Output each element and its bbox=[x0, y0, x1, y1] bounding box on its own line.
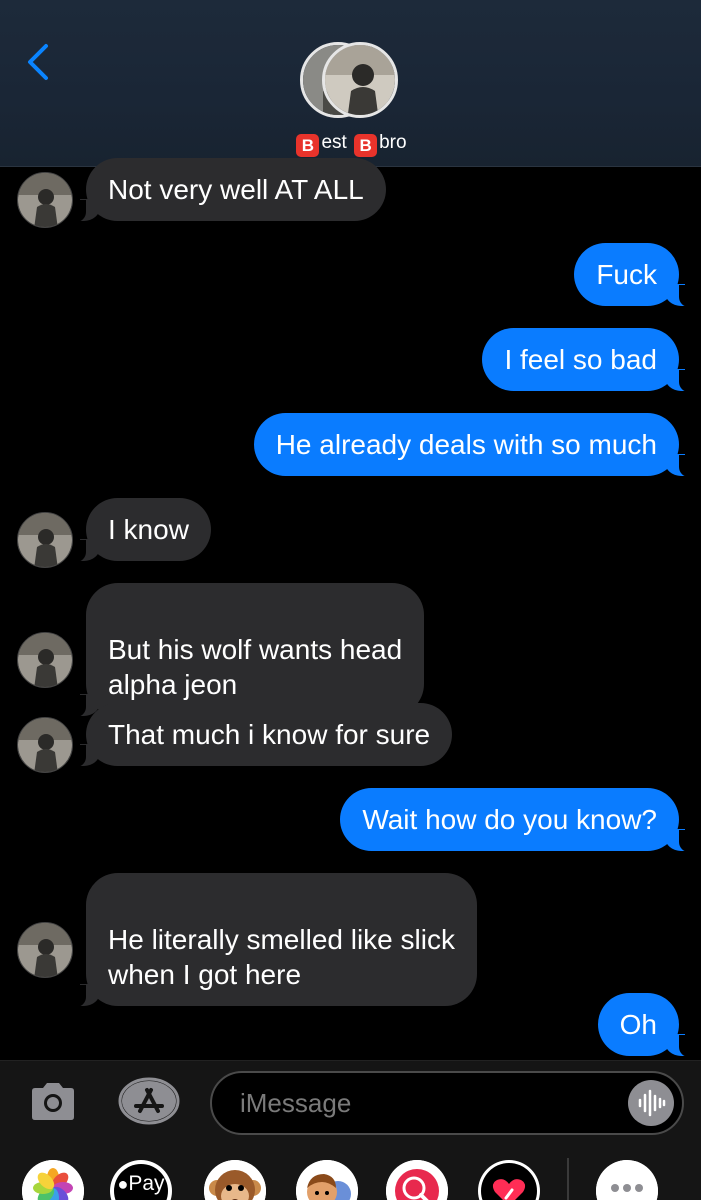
sender-avatar[interactable] bbox=[17, 922, 73, 978]
contact-name[interactable]: Best Bbro bbox=[0, 132, 701, 157]
message-text: Wait how do you know? bbox=[362, 804, 657, 835]
message-text: I know bbox=[108, 514, 189, 545]
message-input[interactable]: iMessage bbox=[210, 1071, 684, 1135]
message-text: I feel so bad bbox=[504, 344, 657, 375]
message-text: That much i know for sure bbox=[108, 719, 431, 750]
conversation-header: Best Bbro bbox=[0, 0, 701, 167]
contact-avatar[interactable] bbox=[300, 40, 400, 120]
apple-logo-icon: ● bbox=[117, 1174, 129, 1194]
animoji-app-button[interactable] bbox=[204, 1160, 266, 1200]
outgoing-message[interactable]: He already deals with so much bbox=[253, 413, 692, 477]
message-text: Oh bbox=[619, 1009, 657, 1040]
image-search-app-button[interactable] bbox=[386, 1160, 448, 1200]
sender-avatar[interactable] bbox=[17, 632, 73, 688]
waveform-icon bbox=[638, 1089, 666, 1117]
sender-avatar[interactable] bbox=[17, 512, 73, 568]
memoji-icon bbox=[296, 1160, 358, 1200]
imessage-app-strip: ●Pay bbox=[0, 1144, 701, 1200]
message-input-placeholder: iMessage bbox=[240, 1088, 352, 1118]
outgoing-message[interactable]: Fuck bbox=[574, 243, 691, 307]
back-button[interactable] bbox=[20, 40, 60, 84]
incoming-message[interactable]: Not very well AT ALL bbox=[74, 158, 386, 222]
app-store-button[interactable] bbox=[118, 1075, 180, 1127]
camera-button[interactable] bbox=[28, 1079, 78, 1123]
b-button-emoji: B bbox=[296, 134, 320, 157]
apple-pay-app-button[interactable]: ●Pay bbox=[110, 1160, 172, 1200]
more-icon bbox=[596, 1160, 658, 1200]
sender-avatar[interactable] bbox=[17, 717, 73, 773]
outgoing-message[interactable]: I feel so bad bbox=[482, 328, 691, 392]
message-text: Fuck bbox=[596, 259, 657, 290]
avatar bbox=[322, 42, 398, 118]
outgoing-message[interactable]: Wait how do you know? bbox=[340, 788, 691, 852]
message-text: He already deals with so much bbox=[275, 429, 657, 460]
photos-app-button[interactable] bbox=[22, 1160, 84, 1200]
digital-touch-app-button[interactable] bbox=[478, 1160, 540, 1200]
globe-search-icon bbox=[386, 1160, 448, 1200]
contact-name-part1: est bbox=[321, 132, 347, 153]
message-text: He literally smelled like slick when I g… bbox=[108, 924, 455, 990]
compose-bar: iMessage bbox=[0, 1060, 701, 1144]
photos-icon bbox=[22, 1160, 84, 1200]
memoji-app-button[interactable] bbox=[296, 1160, 358, 1200]
camera-icon bbox=[32, 1083, 74, 1120]
b-button-emoji: B bbox=[354, 134, 378, 157]
app-strip-divider bbox=[567, 1158, 569, 1200]
contact-name-part2: bro bbox=[379, 132, 407, 153]
incoming-message[interactable]: But his wolf wants head alpha jeon bbox=[73, 583, 425, 717]
incoming-message[interactable]: That much i know for sure bbox=[73, 703, 453, 767]
audio-record-button[interactable] bbox=[628, 1080, 674, 1126]
heart-touch-icon bbox=[481, 1163, 537, 1200]
chevron-left-icon bbox=[28, 44, 48, 80]
incoming-message[interactable]: He literally smelled like slick when I g… bbox=[74, 873, 477, 1007]
app-store-icon bbox=[118, 1077, 180, 1125]
outgoing-message[interactable]: Oh bbox=[597, 993, 692, 1057]
monkey-icon bbox=[204, 1160, 266, 1200]
message-text: Not very well AT ALL bbox=[108, 174, 364, 205]
sender-avatar[interactable] bbox=[17, 172, 73, 228]
incoming-message[interactable]: I know bbox=[74, 498, 211, 562]
message-text: But his wolf wants head alpha jeon bbox=[108, 634, 403, 700]
apple-pay-label: Pay bbox=[128, 1172, 165, 1195]
more-apps-button[interactable] bbox=[596, 1160, 658, 1200]
